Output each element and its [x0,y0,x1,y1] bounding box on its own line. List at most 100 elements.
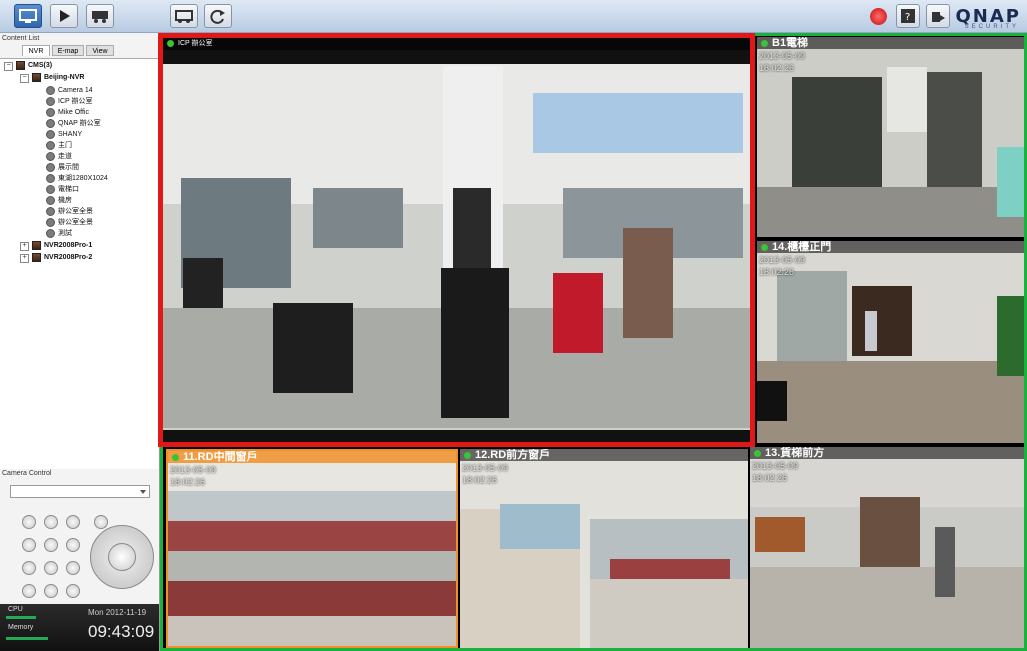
expand-toggle[interactable]: + [20,254,29,263]
tree-nvr[interactable]: NVR2008Pro-2 [32,252,92,263]
alert-icon[interactable] [870,8,887,25]
audio-button[interactable] [44,561,58,575]
tile-header: 12.RD前方窗戶 [460,449,748,461]
tree-camera[interactable]: 展示間 [46,162,79,173]
tab-nvr[interactable]: NVR [22,45,50,56]
cpu-bar [6,616,36,619]
tree-camera[interactable]: QNAP 辦公室 [46,118,101,129]
layout-button[interactable] [170,4,198,28]
camera-icon [46,195,55,205]
nvr-icon [32,252,41,262]
ptz-direction-pad[interactable] [90,525,154,589]
tab-view[interactable]: View [86,45,114,56]
collapse-toggle[interactable]: − [4,62,13,71]
main-tile-header: ICP 辦公室 [163,38,750,50]
expand-toggle[interactable]: + [20,242,29,251]
tab-emap[interactable]: E-map [52,45,84,56]
content-list-title: Content List [2,35,40,42]
svg-text:?: ? [905,12,910,23]
help-button[interactable]: ? [896,4,920,28]
tree-nvr[interactable]: NVR2008Pro-1 [32,240,92,251]
tree-root[interactable]: CMS(3) [16,60,52,71]
collapse-toggle[interactable]: − [20,74,29,83]
qnap-logo-sub: SECURITY [964,24,1019,30]
office-scene [163,38,750,442]
camera-icon [46,228,55,238]
status-dot-icon [761,39,768,47]
logout-button[interactable] [926,4,950,28]
ptz-button[interactable] [22,515,36,529]
rd-window-scene [460,449,748,648]
speaker-button[interactable] [66,584,80,598]
camera-select[interactable] [10,485,150,498]
tree-camera[interactable]: Mike Offic [46,107,89,118]
tree-camera[interactable]: 辦公室全景 [46,206,93,217]
preset-button[interactable] [22,584,36,598]
snapshot-button[interactable] [44,515,58,529]
status-dot-icon [761,243,768,251]
camera-control-title: Camera Control [2,470,52,477]
status-dot-icon [754,449,761,457]
refresh-button[interactable] [204,4,232,28]
main-video-tile[interactable]: ICP 辦公室 [158,33,755,447]
tree-group[interactable]: Beijing-NVR [32,72,84,83]
nvr-icon [32,72,41,82]
tree-camera[interactable]: 測試 [46,228,72,239]
camera-icon [46,85,55,95]
content-tabs: NVR E-map View [0,45,158,57]
osd-time: 18:02:26 [170,477,206,487]
camera-icon [46,206,55,216]
live-view-button[interactable] [14,4,42,28]
lobby-scene [757,241,1024,443]
zoom-out-button[interactable] [66,538,80,552]
tree-camera[interactable]: SHANY [46,129,82,140]
help-icon: ? [901,9,915,23]
camera-icon [46,129,55,139]
record-button[interactable] [66,515,80,529]
tile-header: 11.RD中間窗戶 [168,451,456,463]
nvr-icon [32,240,41,250]
camera-icon [46,217,55,227]
camera-settings-button[interactable] [86,4,114,28]
corridor-scene [750,447,1024,648]
refresh-icon [210,9,225,24]
video-tile-11[interactable]: 11.RD中間窗戶 2013-05-09 18:02:26 [166,449,458,648]
server-icon [16,60,25,70]
video-tile-12[interactable]: 12.RD前方窗戶 2013-05-09 18:02:26 [460,449,748,648]
rd-office-scene [168,451,456,646]
home-button[interactable] [108,543,136,571]
cpu-label: CPU [8,606,23,613]
ptz-option-button[interactable] [94,515,108,529]
osd-date: 2013-05-09 [170,465,217,475]
tile-header: 13.貨梯前方 [750,447,1024,459]
status-dot-icon [172,453,179,461]
zoom-reset-button[interactable] [22,538,36,552]
camera-icon [46,162,55,172]
tree-camera[interactable]: Camera 14 [46,85,93,96]
osd-time: 18:02:26 [752,473,788,483]
video-tile-13[interactable]: 13.貨梯前方 2013-05-09 18:02:26 [750,447,1024,648]
osd-time: 18:02:26 [759,267,795,277]
tree-camera[interactable]: 機房 [46,195,72,206]
tree-camera[interactable]: 電梯口 [46,184,79,195]
tile-header: B1電梯 [757,37,1024,49]
video-tile-b1[interactable]: B1電梯 2013-05-09 18:02:26 [757,37,1024,239]
memory-bar [6,637,48,640]
focus-button[interactable] [22,561,36,575]
camera-icon [46,96,55,106]
tree-camera[interactable]: 辦公室全景 [46,217,93,228]
left-panel: Content List NVR E-map View − CMS(3) − B… [0,33,160,651]
location-button[interactable] [44,584,58,598]
tree-camera[interactable]: ICP 辦公室 [46,96,93,107]
zoom-in-button[interactable] [44,538,58,552]
main-toolbar: ? QNAP SECURITY [0,0,1027,33]
tree-camera[interactable]: 走道 [46,151,72,162]
auto-button[interactable] [66,561,80,575]
video-tile-14[interactable]: 14.櫃檯正門 2013-05-09 18:02:26 [757,241,1024,445]
osd-date: 2013-05-09 [759,255,806,265]
tree-camera[interactable]: 主门 [46,140,72,151]
playback-button[interactable] [50,4,78,28]
tree-camera[interactable]: 東湖1280X1024 [46,173,108,184]
camera-icon [46,184,55,194]
osd-date: 2013-05-09 [462,463,509,473]
